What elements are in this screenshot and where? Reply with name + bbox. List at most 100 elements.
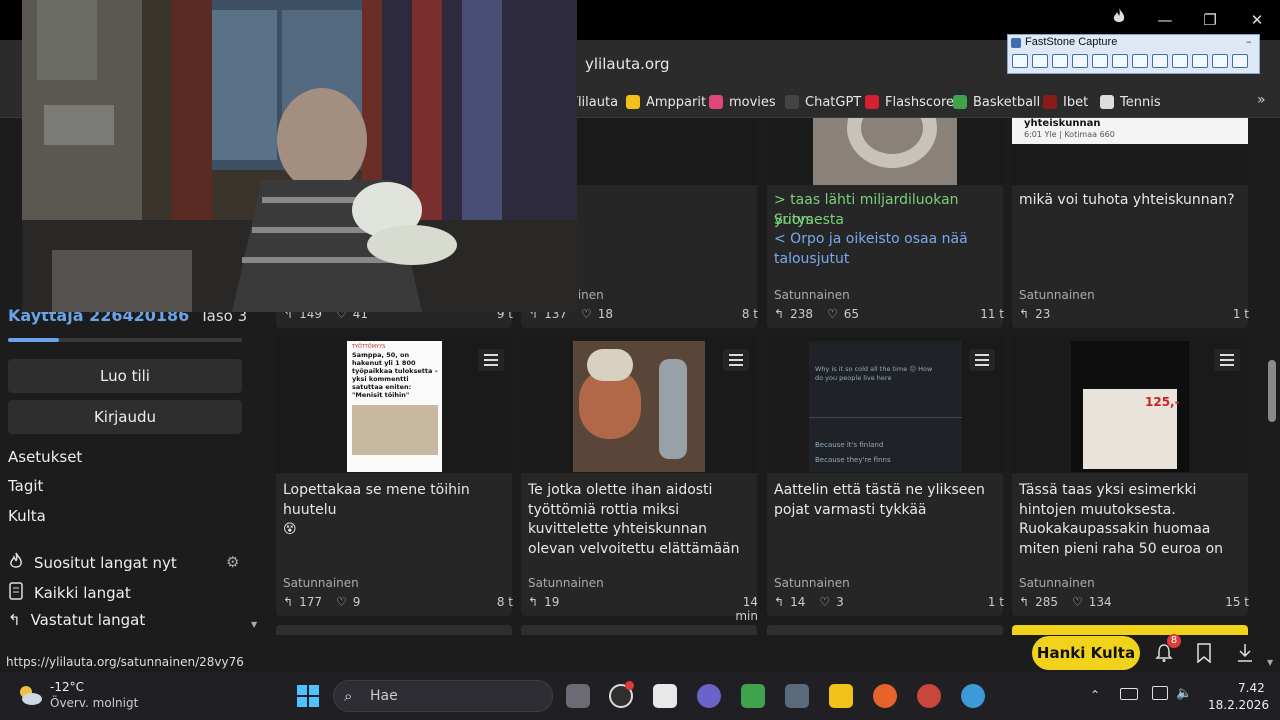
faststone-scrolling-capture-icon[interactable] [1132, 54, 1148, 68]
card-menu-button[interactable] [478, 349, 504, 371]
faststone-window-capture-icon[interactable] [1032, 54, 1048, 68]
thread-card-peek[interactable] [1012, 625, 1248, 635]
bookmark-ampparit[interactable]: Ampparit [626, 93, 706, 111]
bookmarks-overflow-icon[interactable]: » [1257, 92, 1266, 108]
card-menu-button[interactable] [723, 349, 749, 371]
scroll-down-icon[interactable]: ▼ [251, 620, 257, 629]
thread-text[interactable]: > taas lähti miljardiluokan yritys Suomes… [774, 191, 999, 269]
replies[interactable]: ↰ 238 [774, 307, 813, 321]
clock-time[interactable]: 7.42 [1238, 681, 1265, 695]
faststone-object-capture-icon[interactable] [1052, 54, 1068, 68]
thread-thumbnail[interactable] [521, 337, 757, 473]
thread-text[interactable]: Tässä taas yksi esimerkki hintojen muuto… [1019, 481, 1244, 559]
board-name[interactable]: Satunnainen [528, 576, 604, 590]
file-explorer-icon[interactable] [829, 684, 853, 708]
bookmark-ylilauta[interactable]: Ylilauta [570, 93, 618, 111]
board-name[interactable]: Satunnainen [1019, 576, 1095, 590]
faststone-freehand-capture-icon[interactable] [1092, 54, 1108, 68]
board-name[interactable]: Satunnainen [774, 576, 850, 590]
restore-button[interactable]: ❐ [1190, 6, 1230, 34]
replies[interactable]: ↰ 177 [283, 595, 322, 609]
duckduckgo-icon[interactable] [873, 684, 897, 708]
thread-thumbnail[interactable] [767, 118, 1003, 185]
login-button[interactable]: Kirjaudu [8, 400, 242, 434]
bookmark-movies[interactable]: movies [709, 93, 776, 111]
taskbar-search-input[interactable] [333, 680, 553, 712]
faststone-fullscreen-capture-icon[interactable] [1112, 54, 1128, 68]
faststone-open-icon[interactable] [1012, 54, 1028, 68]
replies[interactable]: ↰ 23 [1019, 307, 1050, 321]
weather-temperature[interactable]: -12°C [50, 680, 84, 694]
board-name[interactable]: Satunnainen [774, 288, 850, 302]
network-icon[interactable] [1152, 686, 1168, 700]
nav-settings[interactable]: Asetukset [8, 448, 82, 466]
tray-chevron-up-icon[interactable]: ⌃ [1090, 688, 1100, 702]
faststone-color-picker-icon[interactable] [1212, 54, 1228, 68]
likes[interactable]: ♡ 18 [581, 307, 613, 321]
thread-text[interactable]: Lopettakaa se mene töihin huutelu 😵 [283, 481, 508, 559]
thread-text[interactable]: Te jotka olette ihan aidosti työttömiä r… [528, 481, 753, 559]
thread-replied[interactable]: ↰ Vastatut langat [8, 611, 145, 629]
bookmark-ibet[interactable]: Ibet [1043, 93, 1088, 111]
bookmark-chatgpt[interactable]: ChatGPT [785, 93, 861, 111]
card-menu-button[interactable] [1214, 349, 1240, 371]
faststone-region-capture-icon[interactable] [1072, 54, 1088, 68]
scrollbar-thumb[interactable] [1268, 360, 1276, 422]
thread-thumbnail[interactable]: 125,- [1012, 337, 1248, 473]
bookmark-tennis[interactable]: Tennis [1100, 93, 1161, 111]
thread-thumbnail[interactable]: TYÖTTÖMYYS Samppa, 50, on hakenut yli 1 8… [276, 337, 512, 473]
thread-card-peek[interactable] [276, 625, 512, 635]
replies[interactable]: ↰ 14 [774, 595, 805, 609]
likes[interactable]: ♡ 3 [819, 595, 843, 609]
close-button[interactable]: ✕ [1237, 6, 1277, 34]
replies[interactable]: ↰ 285 [1019, 595, 1058, 609]
minimize-button[interactable]: — [1145, 6, 1185, 34]
faststone-timer-icon[interactable] [1192, 54, 1208, 68]
faststone-video-capture-icon[interactable] [1172, 54, 1188, 68]
flame-icon[interactable] [1099, 6, 1139, 34]
likes[interactable]: ♡ 9 [336, 595, 360, 609]
replies[interactable]: ↰ 19 [528, 595, 559, 609]
url-field[interactable]: ylilauta.org [585, 55, 670, 73]
nav-gold[interactable]: Kulta [8, 507, 46, 525]
create-account-button[interactable]: Luo tili [8, 359, 242, 393]
hanki-kulta-button[interactable]: Hanki Kulta [1032, 636, 1140, 670]
likes[interactable]: ♡ 134 [1072, 595, 1112, 609]
main-scrollbar[interactable]: ▼ [1264, 118, 1280, 672]
faststone-minimize-icon[interactable]: – [1246, 35, 1252, 48]
thread-card-peek[interactable] [521, 625, 757, 635]
thread-text[interactable]: Aattelin että tästä ne ylikseen pojat va… [774, 481, 999, 559]
nav-tags[interactable]: Tagit [8, 477, 43, 495]
likes[interactable]: ♡ 65 [827, 307, 859, 321]
keyboard-icon[interactable] [1120, 688, 1138, 700]
thread-thumbnail[interactable]: Why is it so cold all the time 😐 How do … [767, 337, 1003, 473]
task-view-icon[interactable] [566, 684, 590, 708]
weather-condition[interactable]: Överv. molnigt [50, 696, 138, 710]
weather-cloud-icon[interactable] [16, 683, 44, 711]
clock-date[interactable]: 18.2.2026 [1208, 698, 1269, 712]
circle-app-icon[interactable] [697, 684, 721, 708]
paint-app-icon[interactable] [917, 684, 941, 708]
thread-thumbnail[interactable]: yhteiskunnan 6:01 Yle | Kotimaa 660 [1012, 118, 1248, 185]
thread-text[interactable]: mikä voi tuhota yhteiskunnan? [1019, 191, 1244, 211]
faststone-settings-icon[interactable] [1232, 54, 1248, 68]
board-name[interactable]: Satunnainen [283, 576, 359, 590]
color-app-icon[interactable] [653, 684, 677, 708]
bookmark-flashscore[interactable]: Flashscore [865, 93, 954, 111]
windows-start-icon[interactable] [296, 684, 320, 712]
thread-popular[interactable]: Suositut langat nyt [8, 552, 177, 574]
board-name[interactable]: Satunnainen [1019, 288, 1095, 302]
bookmark-basketball[interactable]: Basketball [953, 93, 1040, 111]
faststone-fixed-region-icon[interactable] [1152, 54, 1168, 68]
thread-card-peek[interactable] [767, 625, 1003, 635]
volume-icon[interactable]: 🔈 [1176, 686, 1192, 701]
calculator-icon[interactable] [785, 684, 809, 708]
scroll-down-icon[interactable]: ▼ [1267, 658, 1273, 667]
thread-all[interactable]: Kaikki langat [8, 582, 131, 604]
card-menu-button[interactable] [969, 349, 995, 371]
chart-app-icon[interactable] [741, 684, 765, 708]
bookmark-icon[interactable] [1196, 643, 1212, 667]
globe-app-icon[interactable] [961, 684, 985, 708]
gear-icon[interactable]: ⚙ [226, 553, 239, 571]
download-icon[interactable] [1236, 643, 1254, 667]
